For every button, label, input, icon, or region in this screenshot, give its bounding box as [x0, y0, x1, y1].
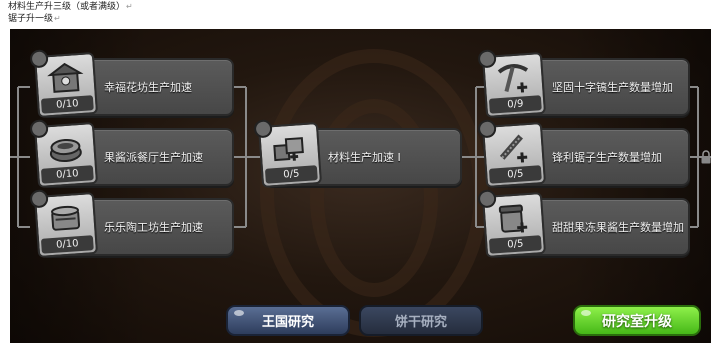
node-label: 坚固十字镐生产数量增加 [552, 81, 673, 94]
research-screen: 0/10 幸福花坊生产加速 0/10 果酱派餐厅生产加速 0/10 乐乐陶工坊生… [10, 29, 711, 343]
materials-icon [273, 137, 304, 162]
node-label: 幸福花坊生产加速 [104, 81, 192, 94]
tab-label: 王国研究 [261, 315, 314, 330]
button-label: 研究室升级 [602, 313, 672, 330]
research-node-saw[interactable]: 0/5 锋利锯子生产数量增加 [477, 119, 690, 189]
research-node-materials[interactable]: 0/5 材料生产加速 I [253, 119, 462, 189]
node-icon-frame: 0/9 [477, 49, 547, 119]
progress-count: 0/9 [488, 95, 542, 114]
node-icon-frame: 0/5 [477, 189, 547, 259]
pickaxe-icon [497, 64, 529, 93]
progress-count: 0/5 [264, 165, 318, 184]
progress-count: 0/10 [40, 95, 94, 114]
jelly-jam-icon [498, 204, 528, 233]
flower-shop-icon [47, 62, 84, 93]
pottery-icon [51, 205, 81, 231]
node-icon-frame: 0/5 [477, 119, 547, 189]
lock-icon [701, 150, 711, 164]
progress-count: 0/10 [40, 235, 94, 254]
research-node-flower-shop[interactable]: 0/10 幸福花坊生产加速 [29, 49, 234, 119]
node-label: 甜甜果冻果酱生产数量增加 [552, 221, 684, 234]
progress-count: 0/5 [488, 235, 542, 254]
jam-pie-icon [49, 138, 82, 163]
tab-cookie-research[interactable]: 饼干研究 [359, 305, 483, 336]
saw-icon [499, 134, 528, 163]
tab-kingdom-research[interactable]: 王国研究 [226, 305, 350, 336]
node-label: 锋利锯子生产数量增加 [552, 151, 662, 164]
note-line-2: 锯子升一级↵ [8, 14, 61, 24]
node-icon-frame: 0/10 [29, 119, 99, 189]
node-label: 材料生产加速 I [328, 151, 401, 164]
node-icon-frame: 0/5 [253, 119, 323, 189]
tab-label: 饼干研究 [394, 315, 447, 330]
node-icon-frame: 0/10 [29, 189, 99, 259]
research-node-jelly-jam[interactable]: 0/5 甜甜果冻果酱生产数量增加 [477, 189, 690, 259]
node-icon-frame: 0/10 [29, 49, 99, 119]
node-label: 乐乐陶工坊生产加速 [104, 221, 203, 234]
research-node-jam-pie[interactable]: 0/10 果酱派餐厅生产加速 [29, 119, 234, 189]
note-line-1: 材料生产升三级（或者满级）↵ [8, 2, 133, 12]
lab-upgrade-button[interactable]: 研究室升级 [573, 305, 701, 336]
research-node-pottery[interactable]: 0/10 乐乐陶工坊生产加速 [29, 189, 234, 259]
progress-count: 0/10 [40, 165, 94, 184]
research-node-pickaxe[interactable]: 0/9 坚固十字镐生产数量增加 [477, 49, 690, 119]
progress-count: 0/5 [488, 165, 542, 184]
node-label: 果酱派餐厅生产加速 [104, 151, 203, 164]
